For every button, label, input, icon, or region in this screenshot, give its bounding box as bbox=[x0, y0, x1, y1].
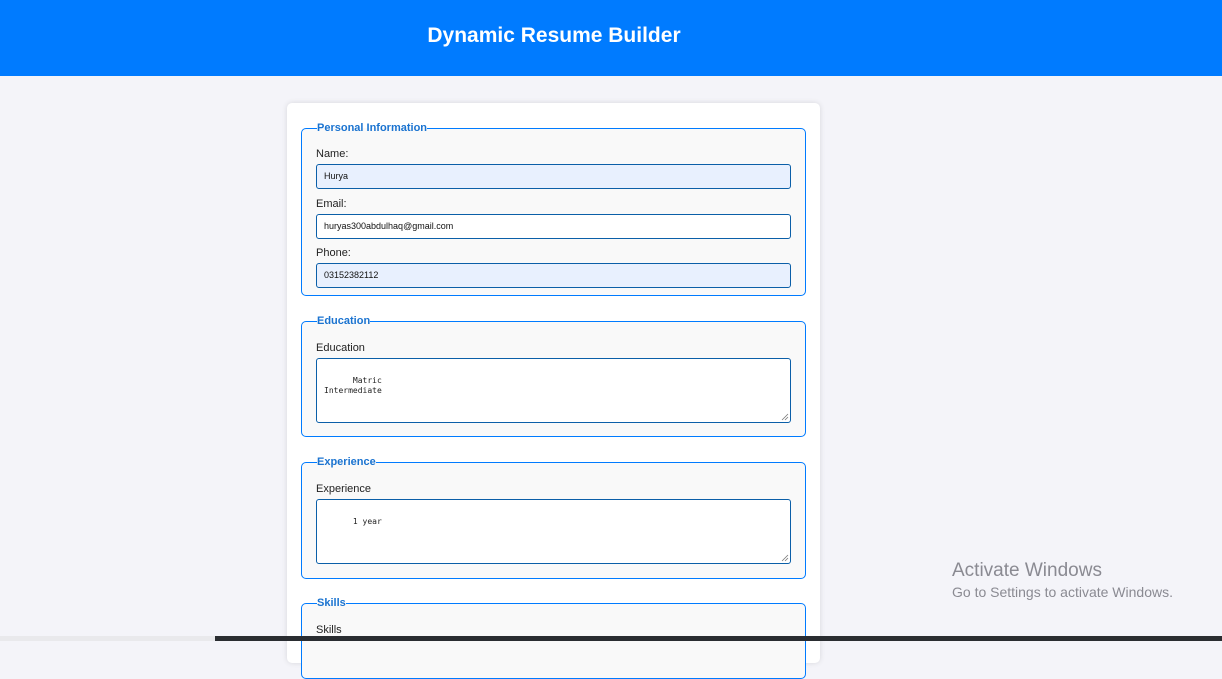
resize-handle-icon[interactable] bbox=[781, 554, 789, 562]
page-title: Dynamic Resume Builder bbox=[427, 24, 681, 47]
name-input[interactable]: Hurya bbox=[316, 164, 791, 189]
skills-label: Skills bbox=[316, 624, 342, 636]
experience-section: Experience Experience 1 year bbox=[301, 456, 806, 579]
experience-textarea[interactable]: 1 year bbox=[316, 499, 791, 564]
education-textarea[interactable]: Matric Intermediate bbox=[316, 358, 791, 423]
education-legend: Education bbox=[317, 315, 371, 327]
experience-legend: Experience bbox=[317, 456, 376, 468]
taskbar bbox=[215, 636, 1222, 641]
personal-information-legend: Personal Information bbox=[317, 122, 428, 134]
activate-windows-watermark: Activate Windows Go to Settings to activ… bbox=[952, 560, 1173, 602]
email-input[interactable]: huryas300abdulhaq@gmail.com bbox=[316, 214, 791, 239]
watermark-title: Activate Windows bbox=[952, 560, 1102, 581]
experience-label: Experience bbox=[316, 483, 372, 495]
page-header: Dynamic Resume Builder bbox=[0, 0, 1222, 76]
email-label: Email: bbox=[316, 198, 347, 210]
resume-form: Personal Information Name: Hurya Email: … bbox=[287, 103, 820, 679]
experience-text: 1 year bbox=[352, 517, 382, 526]
name-label: Name: bbox=[316, 148, 349, 160]
education-label: Education bbox=[316, 342, 365, 354]
education-text: Matric Intermediate bbox=[324, 376, 382, 395]
taskbar-left-strip bbox=[0, 636, 215, 641]
skills-legend: Skills bbox=[317, 597, 346, 609]
personal-information-section: Personal Information Name: Hurya Email: … bbox=[301, 122, 806, 296]
education-section: Education Education Matric Intermediate bbox=[301, 315, 806, 437]
watermark-subtitle: Go to Settings to activate Windows. bbox=[952, 584, 1173, 600]
phone-label: Phone: bbox=[316, 247, 351, 259]
resize-handle-icon[interactable] bbox=[781, 413, 789, 421]
phone-input[interactable]: 03152382112 bbox=[316, 263, 791, 288]
